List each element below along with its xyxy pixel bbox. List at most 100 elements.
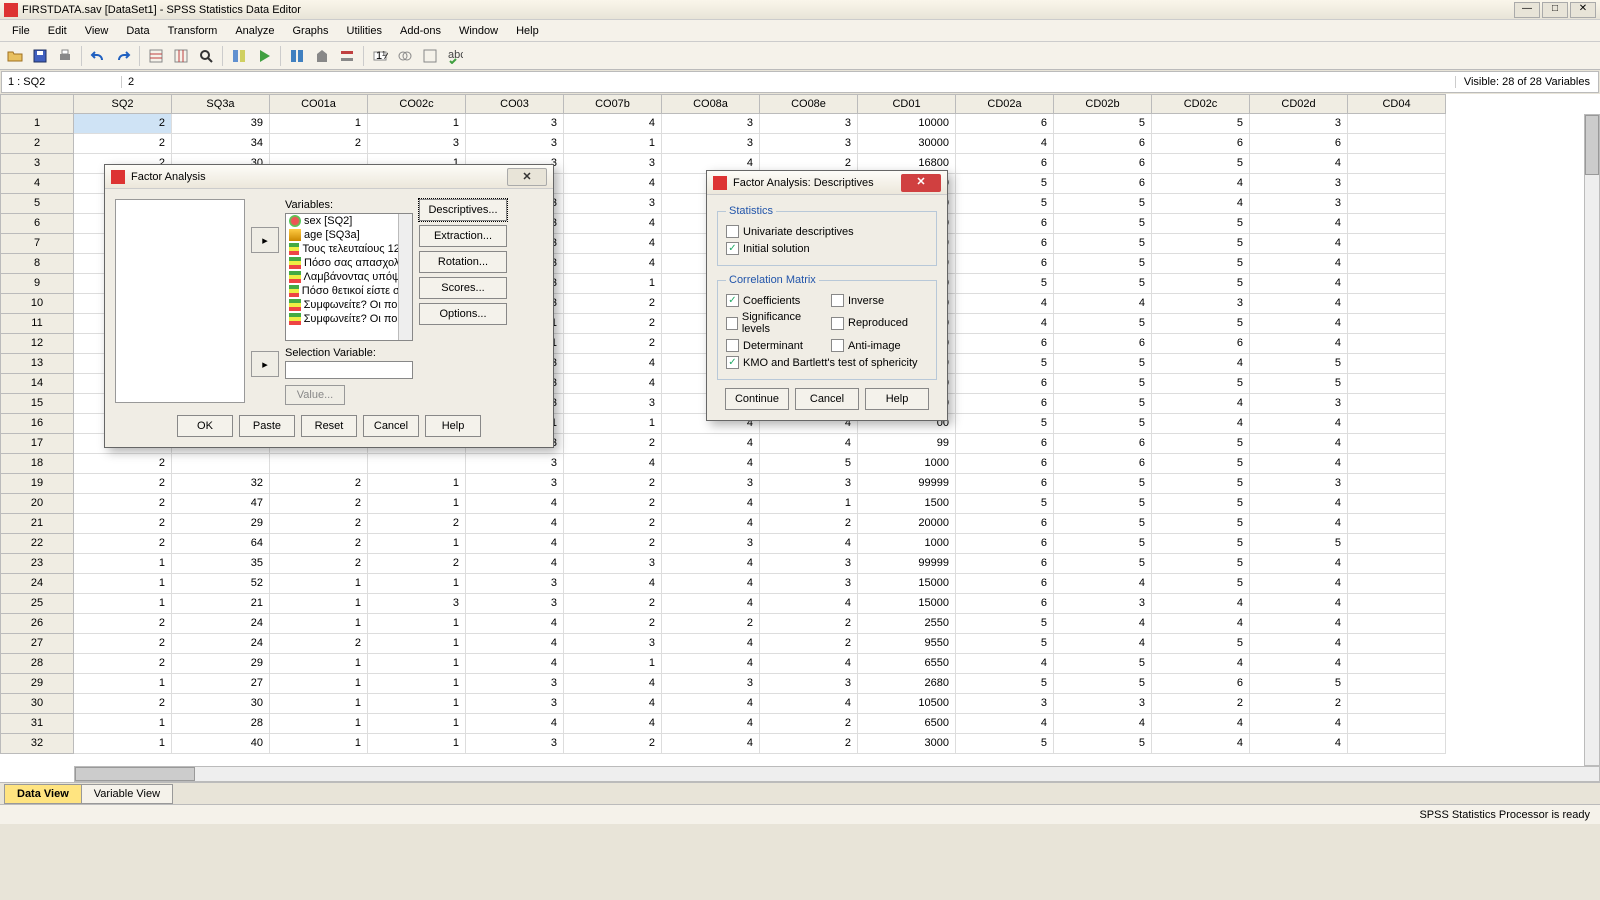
data-cell[interactable]: 4 <box>1152 194 1250 214</box>
row-header[interactable]: 9 <box>0 274 74 294</box>
data-cell[interactable]: 3 <box>564 154 662 174</box>
data-cell[interactable]: 3 <box>466 114 564 134</box>
data-cell[interactable]: 3 <box>1250 174 1348 194</box>
data-cell[interactable]: 6500 <box>858 714 956 734</box>
tab-data-view[interactable]: Data View <box>4 784 82 804</box>
variables-icon[interactable] <box>228 45 250 67</box>
fa-variable-item[interactable]: age [SQ3a] <box>286 228 412 242</box>
data-cell[interactable] <box>1348 414 1446 434</box>
data-cell[interactable]: 10500 <box>858 694 956 714</box>
data-cell[interactable]: 3 <box>466 134 564 154</box>
data-cell[interactable]: 6 <box>1054 134 1152 154</box>
column-header[interactable]: CD02b <box>1054 94 1152 114</box>
data-cell[interactable]: 4 <box>1152 614 1250 634</box>
print-icon[interactable] <box>54 45 76 67</box>
data-cell[interactable]: 3 <box>564 554 662 574</box>
fa-options-button[interactable]: Options... <box>419 303 507 325</box>
data-cell[interactable]: 4 <box>760 654 858 674</box>
data-cell[interactable]: 5 <box>1152 474 1250 494</box>
column-header[interactable]: CO08e <box>760 94 858 114</box>
data-cell[interactable]: 3 <box>466 694 564 714</box>
data-cell[interactable]: 1 <box>564 654 662 674</box>
data-cell[interactable]: 32 <box>172 474 270 494</box>
row-header[interactable]: 20 <box>0 494 74 514</box>
data-cell[interactable]: 2 <box>368 514 466 534</box>
data-cell[interactable]: 1 <box>74 594 172 614</box>
data-cell[interactable]: 4 <box>466 494 564 514</box>
data-cell[interactable]: 64 <box>172 534 270 554</box>
data-cell[interactable]: 2 <box>564 594 662 614</box>
data-cell[interactable]: 2 <box>74 514 172 534</box>
data-cell[interactable]: 4 <box>1250 214 1348 234</box>
data-cell[interactable]: 5 <box>956 674 1054 694</box>
data-cell[interactable]: 3 <box>1152 294 1250 314</box>
data-cell[interactable]: 5 <box>760 454 858 474</box>
data-cell[interactable]: 1 <box>74 714 172 734</box>
data-cell[interactable]: 1 <box>74 574 172 594</box>
row-header[interactable]: 26 <box>0 614 74 634</box>
checkbox-reproduced[interactable] <box>831 317 844 330</box>
data-cell[interactable] <box>1348 194 1446 214</box>
data-cell[interactable]: 4 <box>1250 154 1348 174</box>
tab-variable-view[interactable]: Variable View <box>81 784 173 804</box>
data-cell[interactable]: 4 <box>956 654 1054 674</box>
use-sets-icon[interactable] <box>394 45 416 67</box>
data-cell[interactable] <box>1348 314 1446 334</box>
undo-icon[interactable] <box>87 45 109 67</box>
row-header[interactable]: 25 <box>0 594 74 614</box>
data-cell[interactable] <box>1348 494 1446 514</box>
data-cell[interactable]: 6 <box>956 554 1054 574</box>
data-cell[interactable]: 4 <box>564 214 662 234</box>
data-cell[interactable]: 6 <box>956 374 1054 394</box>
desc-dialog-close-button[interactable]: ✕ <box>901 174 941 192</box>
data-cell[interactable]: 5 <box>1152 454 1250 474</box>
data-cell[interactable]: 3 <box>662 534 760 554</box>
data-cell[interactable]: 2 <box>74 694 172 714</box>
data-cell[interactable]: 5 <box>1152 514 1250 534</box>
data-cell[interactable]: 5 <box>1054 414 1152 434</box>
fa-reset-button[interactable]: Reset <box>301 415 357 437</box>
data-cell[interactable]: 24 <box>172 614 270 634</box>
data-cell[interactable]: 5 <box>956 634 1054 654</box>
data-cell[interactable]: 1 <box>368 574 466 594</box>
data-cell[interactable]: 4 <box>662 654 760 674</box>
data-cell[interactable]: 3 <box>662 134 760 154</box>
row-header[interactable]: 8 <box>0 254 74 274</box>
data-cell[interactable]: 4 <box>662 434 760 454</box>
data-cell[interactable]: 5 <box>1054 254 1152 274</box>
data-cell[interactable]: 4 <box>564 574 662 594</box>
data-cell[interactable]: 6 <box>956 114 1054 134</box>
data-cell[interactable]: 6 <box>1250 134 1348 154</box>
data-cell[interactable]: 4 <box>1250 514 1348 534</box>
split-icon[interactable] <box>286 45 308 67</box>
data-cell[interactable]: 3 <box>760 674 858 694</box>
horizontal-scrollbar[interactable] <box>74 766 1600 782</box>
fa-variable-item[interactable]: Συμφωνείτε? Οι ποι... <box>286 298 412 312</box>
data-cell[interactable]: 34 <box>172 134 270 154</box>
data-cell[interactable] <box>1348 654 1446 674</box>
data-cell[interactable]: 2 <box>270 534 368 554</box>
data-cell[interactable]: 4 <box>1250 434 1348 454</box>
data-cell[interactable]: 4 <box>1250 554 1348 574</box>
data-cell[interactable]: 1 <box>368 494 466 514</box>
data-cell[interactable]: 5 <box>1054 374 1152 394</box>
row-header[interactable]: 10 <box>0 294 74 314</box>
menu-view[interactable]: View <box>77 23 117 39</box>
data-cell[interactable]: 5 <box>1054 234 1152 254</box>
data-cell[interactable]: 5 <box>1054 394 1152 414</box>
data-cell[interactable]: 4 <box>1250 714 1348 734</box>
data-cell[interactable] <box>1348 134 1446 154</box>
data-cell[interactable]: 1 <box>270 114 368 134</box>
row-header[interactable]: 21 <box>0 514 74 534</box>
data-cell[interactable]: 5 <box>1054 194 1152 214</box>
data-cell[interactable]: 4 <box>1054 574 1152 594</box>
data-cell[interactable]: 1 <box>368 634 466 654</box>
data-cell[interactable]: 3 <box>466 734 564 754</box>
data-cell[interactable]: 5 <box>1054 274 1152 294</box>
data-cell[interactable]: 5 <box>956 614 1054 634</box>
data-cell[interactable]: 35 <box>172 554 270 574</box>
data-cell[interactable]: 4 <box>1250 234 1348 254</box>
row-header[interactable]: 19 <box>0 474 74 494</box>
checkbox-univariate-descriptives[interactable] <box>726 225 739 238</box>
data-cell[interactable]: 4 <box>1250 454 1348 474</box>
